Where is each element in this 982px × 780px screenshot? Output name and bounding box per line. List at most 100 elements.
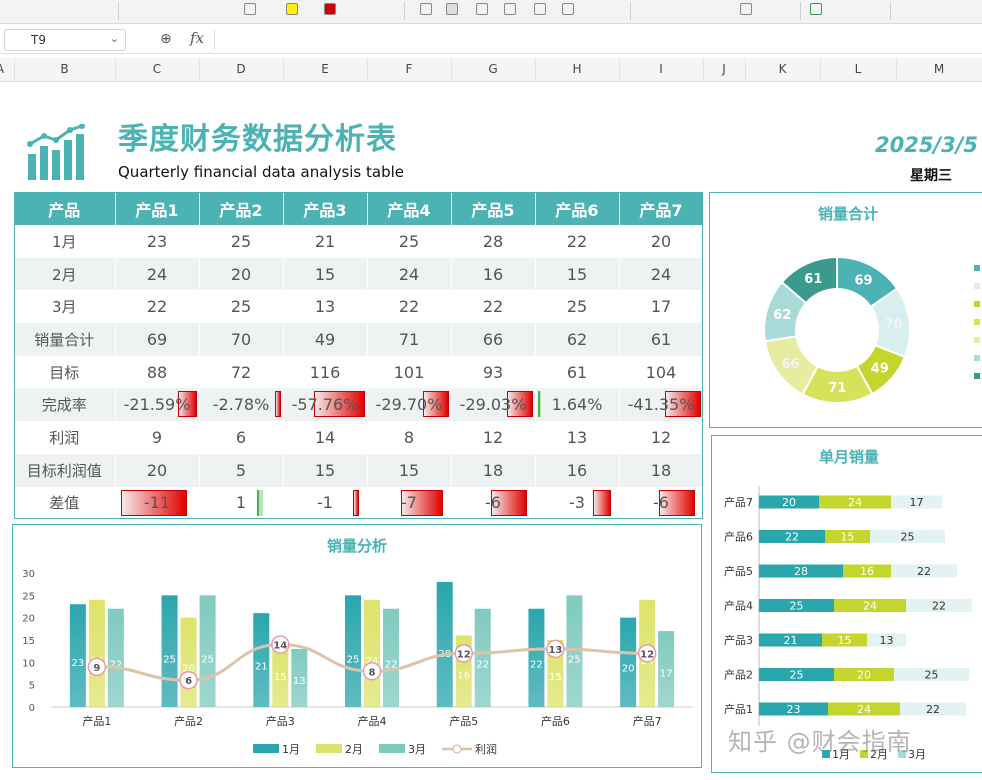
justify-icon[interactable] <box>504 3 516 15</box>
row-label[interactable]: 目标 <box>14 355 116 389</box>
table-cell[interactable]: 5 <box>199 453 284 487</box>
table-cell[interactable]: 104 <box>619 355 704 389</box>
function-icon[interactable]: fx <box>190 29 204 47</box>
table-cell[interactable]: 24 <box>367 257 452 291</box>
table-cell[interactable]: 66 <box>451 323 536 356</box>
table-cell[interactable]: 20 <box>199 257 284 291</box>
column-header-i[interactable]: I <box>619 62 703 76</box>
table-cell[interactable]: 71 <box>367 323 452 356</box>
row-label[interactable]: 销量合计 <box>14 323 116 356</box>
table-cell[interactable]: -57.76% <box>283 388 368 422</box>
column-bar[interactable] <box>88 599 105 707</box>
column-bar[interactable] <box>253 613 270 707</box>
table-cell[interactable]: -41.35% <box>619 388 704 422</box>
column-bar[interactable] <box>528 608 545 707</box>
table-cell[interactable]: -11 <box>115 486 200 520</box>
table-cell[interactable]: 61 <box>619 323 704 356</box>
table-cell[interactable]: 9 <box>115 421 200 454</box>
row-label[interactable]: 差值 <box>14 486 116 520</box>
table-cell[interactable]: 18 <box>451 453 536 487</box>
column-bar[interactable] <box>383 608 399 707</box>
table-cell[interactable]: 15 <box>535 257 620 291</box>
table-cell[interactable]: 16 <box>451 257 536 291</box>
font-color-icon[interactable] <box>324 3 336 15</box>
table-cell[interactable]: 116 <box>283 355 368 389</box>
table-cell[interactable]: 1 <box>199 486 284 520</box>
table-header-cell[interactable]: 产品4 <box>367 192 452 225</box>
table-cell[interactable]: 23 <box>115 225 200 258</box>
table-cell[interactable]: 8 <box>367 421 452 454</box>
table-cell[interactable]: -6 <box>619 486 704 520</box>
row-label[interactable]: 2月 <box>14 257 116 291</box>
table-cell[interactable]: 24 <box>619 257 704 291</box>
table-cell[interactable]: 13 <box>535 421 620 454</box>
table-cell[interactable]: 101 <box>367 355 452 389</box>
table-cell[interactable]: 22 <box>367 290 452 324</box>
table-header-cell[interactable]: 产品7 <box>619 192 704 225</box>
table-cell[interactable]: 14 <box>283 421 368 454</box>
column-bar[interactable] <box>199 595 216 707</box>
row-label[interactable]: 利润 <box>14 421 116 454</box>
column-header-b[interactable]: B <box>14 62 115 76</box>
table-cell[interactable]: 69 <box>115 323 200 356</box>
column-bar[interactable] <box>364 599 380 707</box>
table-header-cell[interactable]: 产品1 <box>115 192 200 225</box>
column-bar[interactable] <box>69 604 86 707</box>
chevron-down-icon[interactable]: ⌄ <box>110 32 119 45</box>
table-cell[interactable]: 20 <box>115 453 200 487</box>
column-header-e[interactable]: E <box>283 62 367 76</box>
total-sales-panel[interactable]: 销量合计 69 70 49 71 66 62 61 <box>709 192 982 428</box>
table-cell[interactable]: 70 <box>199 323 284 356</box>
number-format-icon[interactable] <box>740 3 752 15</box>
table-cell[interactable]: -21.59% <box>115 388 200 422</box>
merge-cells-icon[interactable] <box>562 3 574 15</box>
table-header-cell[interactable]: 产品3 <box>283 192 368 225</box>
table-cell[interactable]: 62 <box>535 323 620 356</box>
column-bar[interactable] <box>345 595 361 707</box>
table-header-cell[interactable]: 产品6 <box>535 192 620 225</box>
column-bar[interactable] <box>436 581 453 707</box>
table-cell[interactable]: 18 <box>619 453 704 487</box>
row-label[interactable]: 3月 <box>14 290 116 324</box>
table-cell[interactable]: 25 <box>199 290 284 324</box>
zoom-icon[interactable]: ⊕ <box>160 31 172 47</box>
table-header-cell[interactable]: 产品 <box>14 192 116 225</box>
table-header-cell[interactable]: 产品2 <box>199 192 284 225</box>
table-cell[interactable]: 12 <box>451 421 536 454</box>
column-header-j[interactable]: J <box>703 62 745 76</box>
row-label[interactable]: 目标利润值 <box>14 453 116 487</box>
table-cell[interactable]: 25 <box>367 225 452 258</box>
table-cell[interactable]: 15 <box>283 257 368 291</box>
align-right-icon[interactable] <box>476 3 488 15</box>
fill-color-icon[interactable] <box>286 3 298 15</box>
table-cell[interactable]: 22 <box>451 290 536 324</box>
conditional-format-icon[interactable] <box>810 3 822 15</box>
table-cell[interactable]: 61 <box>535 355 620 389</box>
table-cell[interactable]: 16 <box>535 453 620 487</box>
table-cell[interactable]: 88 <box>115 355 200 389</box>
table-cell[interactable]: 17 <box>619 290 704 324</box>
table-cell[interactable]: 6 <box>199 421 284 454</box>
row-label[interactable]: 1月 <box>14 225 116 258</box>
table-cell[interactable]: 20 <box>619 225 704 258</box>
table-cell[interactable]: -29.03% <box>451 388 536 422</box>
table-cell[interactable]: -6 <box>451 486 536 520</box>
align-center-icon[interactable] <box>446 3 458 15</box>
column-header-l[interactable]: L <box>820 62 896 76</box>
column-header-g[interactable]: G <box>451 62 535 76</box>
wrap-text-icon[interactable] <box>534 3 546 15</box>
table-cell[interactable]: 93 <box>451 355 536 389</box>
border-icon[interactable] <box>244 3 256 15</box>
table-header-cell[interactable]: 产品5 <box>451 192 536 225</box>
table-cell[interactable]: 72 <box>199 355 284 389</box>
table-cell[interactable]: 49 <box>283 323 368 356</box>
name-box[interactable]: T9 ⌄ <box>4 29 126 51</box>
column-bar[interactable] <box>161 595 178 707</box>
row-label[interactable]: 完成率 <box>14 388 116 422</box>
column-bar[interactable] <box>566 595 583 707</box>
column-header-c[interactable]: C <box>115 62 199 76</box>
column-bar[interactable] <box>474 608 491 707</box>
table-cell[interactable]: 22 <box>535 225 620 258</box>
table-cell[interactable]: -7 <box>367 486 452 520</box>
column-header-f[interactable]: F <box>367 62 451 76</box>
